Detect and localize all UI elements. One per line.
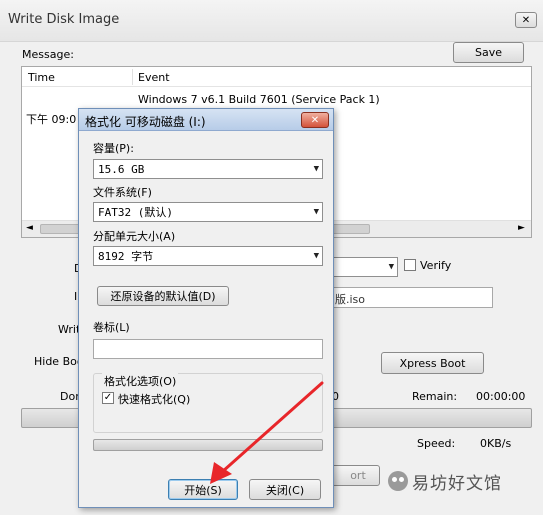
- annotation-arrow: [210, 381, 324, 484]
- arrow-shaft: [220, 381, 324, 474]
